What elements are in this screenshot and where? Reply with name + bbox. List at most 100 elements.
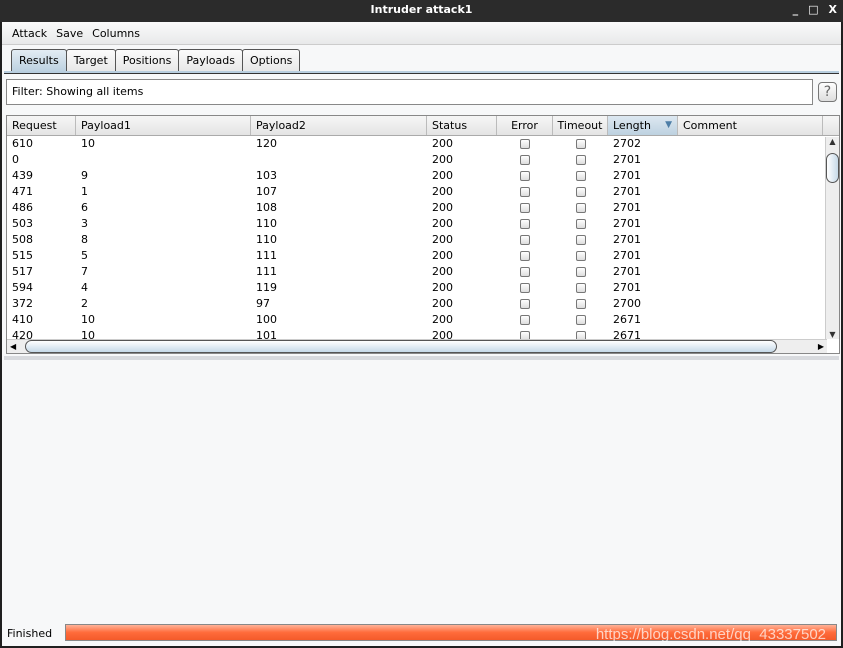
table-row[interactable]: 594 4 119 200 2701 (7, 280, 839, 296)
scroll-up-icon[interactable]: ▲ (826, 137, 839, 146)
cell: 200 (432, 185, 453, 198)
cell (678, 232, 823, 248)
column-header-timeout[interactable]: Timeout (553, 116, 608, 135)
cell: 410 (12, 313, 33, 326)
window: Attack Save Columns Results Target Posit… (2, 22, 841, 646)
checkbox[interactable] (520, 235, 530, 245)
cell: 200 (432, 281, 453, 294)
split-pane-divider[interactable] (4, 356, 839, 360)
tab-payloads[interactable]: Payloads (178, 49, 243, 71)
tab-results[interactable]: Results (11, 49, 67, 73)
checkbox[interactable] (520, 171, 530, 181)
cell-error (497, 216, 553, 232)
cell: 2701 (613, 281, 641, 294)
cell: 515 (12, 249, 33, 262)
cell-timeout (553, 216, 608, 232)
checkbox[interactable] (520, 155, 530, 165)
column-header-request[interactable]: Request (7, 116, 76, 135)
cell (678, 152, 823, 168)
cell-timeout (553, 136, 608, 152)
checkbox[interactable] (520, 187, 530, 197)
table-row[interactable]: 508 8 110 200 2701 (7, 232, 839, 248)
checkbox[interactable] (575, 235, 586, 245)
cell: 439 (12, 169, 33, 182)
tab-target[interactable]: Target (65, 49, 116, 71)
column-header-payload2[interactable]: Payload2 (251, 116, 427, 135)
cell-error (497, 200, 553, 216)
cell: 2701 (613, 169, 641, 182)
checkbox[interactable] (575, 187, 586, 197)
help-button[interactable]: ? (818, 82, 837, 102)
table-row[interactable]: 439 9 103 200 2701 (7, 168, 839, 184)
column-header-status[interactable]: Status (427, 116, 497, 135)
cell: 2 (81, 297, 88, 310)
tab-bar: Results Target Positions Payloads Option… (11, 49, 301, 73)
column-header-length[interactable]: Length ▼ (608, 116, 678, 135)
checkbox[interactable] (520, 283, 530, 293)
cell (678, 280, 823, 296)
scroll-right-icon[interactable]: ▶ (818, 340, 824, 353)
scroll-left-icon[interactable]: ◀ (10, 340, 16, 353)
checkbox[interactable] (575, 315, 586, 325)
checkbox[interactable] (575, 139, 586, 149)
tab-positions[interactable]: Positions (114, 49, 180, 71)
checkbox[interactable] (575, 203, 586, 213)
checkbox[interactable] (520, 139, 530, 149)
cell: 0 (12, 153, 19, 166)
checkbox[interactable] (520, 299, 530, 309)
column-label: Request (12, 119, 57, 132)
cell: 200 (432, 249, 453, 262)
cell: 2701 (613, 217, 641, 230)
cell: 110 (256, 217, 277, 230)
close-icon[interactable]: X (829, 0, 837, 20)
checkbox[interactable] (520, 251, 530, 261)
checkbox[interactable] (575, 219, 586, 229)
filter-bar[interactable]: Filter: Showing all items (6, 79, 813, 105)
table-row[interactable]: 515 5 111 200 2701 (7, 248, 839, 264)
menu-save[interactable]: Save (56, 27, 83, 40)
horizontal-scrollbar[interactable]: ◀ ▶ (7, 339, 827, 353)
cell-error (497, 312, 553, 328)
cell: 200 (432, 313, 453, 326)
cell (678, 216, 823, 232)
cell-error (497, 136, 553, 152)
vertical-scrollbar[interactable]: ▲ ▼ (825, 137, 839, 339)
checkbox[interactable] (520, 315, 530, 325)
table-row[interactable]: 0 200 2701 (7, 152, 839, 168)
table-row[interactable]: 503 3 110 200 2701 (7, 216, 839, 232)
checkbox[interactable] (575, 283, 586, 293)
table-row[interactable]: 410 10 100 200 2671 (7, 312, 839, 328)
checkbox[interactable] (575, 299, 586, 309)
cell-timeout (553, 200, 608, 216)
column-header-error[interactable]: Error (497, 116, 553, 135)
table-row[interactable]: 610 10 120 200 2702 (7, 136, 839, 152)
horizontal-scroll-thumb[interactable] (25, 340, 777, 353)
table-row[interactable]: 486 6 108 200 2701 (7, 200, 839, 216)
menu-bar: Attack Save Columns (2, 22, 841, 45)
minimize-icon[interactable]: _ (793, 0, 799, 20)
menu-attack[interactable]: Attack (12, 27, 47, 40)
checkbox[interactable] (520, 219, 530, 229)
checkbox[interactable] (575, 155, 586, 165)
progress-bar: https://blog.csdn.net/qq_43337502 (65, 624, 837, 643)
maximize-icon[interactable]: □ (808, 0, 818, 20)
scroll-down-icon[interactable]: ▼ (826, 330, 839, 339)
menu-columns[interactable]: Columns (92, 27, 140, 40)
table-row[interactable]: 372 2 97 200 2700 (7, 296, 839, 312)
cell: 6 (81, 201, 88, 214)
cell: 503 (12, 217, 33, 230)
checkbox[interactable] (575, 171, 586, 181)
cell-error (497, 184, 553, 200)
column-header-payload1[interactable]: Payload1 (76, 116, 251, 135)
vertical-scroll-thumb[interactable] (826, 153, 839, 183)
cell (678, 248, 823, 264)
table-row[interactable]: 517 7 111 200 2701 (7, 264, 839, 280)
table-row[interactable]: 471 1 107 200 2701 (7, 184, 839, 200)
column-header-comment[interactable]: Comment (678, 116, 823, 135)
column-label: Length (613, 119, 651, 132)
checkbox[interactable] (575, 251, 586, 261)
checkbox[interactable] (520, 203, 530, 213)
tab-options[interactable]: Options (241, 49, 301, 71)
checkbox[interactable] (520, 267, 530, 277)
checkbox[interactable] (575, 267, 586, 277)
